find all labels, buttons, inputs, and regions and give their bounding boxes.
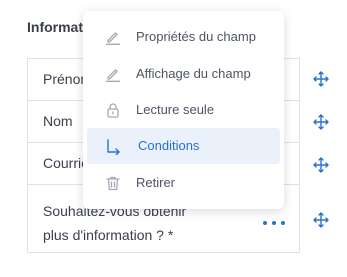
move-handle-icon[interactable] <box>313 212 329 228</box>
menu-item-field-properties[interactable]: Propriétés du champ <box>87 19 280 55</box>
menu-item-label: Conditions <box>138 138 200 153</box>
field-context-menu: Propriétés du champ Affichage du champ L… <box>83 11 284 209</box>
move-handle-icon[interactable] <box>313 157 329 173</box>
menu-item-label: Retirer <box>136 175 176 190</box>
trash-icon <box>106 176 120 191</box>
menu-item-label: Lecture seule <box>136 102 215 117</box>
edit-icon <box>105 32 121 45</box>
menu-item-field-display[interactable]: Affichage du champ <box>87 56 280 92</box>
menu-item-conditions[interactable]: Conditions <box>87 128 280 164</box>
lock-icon <box>107 103 119 118</box>
move-handle-icon[interactable] <box>313 71 329 87</box>
dot <box>263 221 267 225</box>
menu-item-read-only[interactable]: Lecture seule <box>87 92 280 128</box>
menu-item-remove[interactable]: Retirer <box>87 165 280 201</box>
more-options-button[interactable] <box>263 215 285 231</box>
dot <box>272 221 276 225</box>
move-handle-icon[interactable] <box>313 114 329 130</box>
field-label: Nom <box>43 113 73 129</box>
dot <box>281 221 285 225</box>
arrow-down-right-icon <box>107 139 120 155</box>
menu-item-label: Affichage du champ <box>136 66 251 81</box>
edit-icon <box>105 69 121 82</box>
menu-item-label: Propriétés du champ <box>136 29 256 44</box>
